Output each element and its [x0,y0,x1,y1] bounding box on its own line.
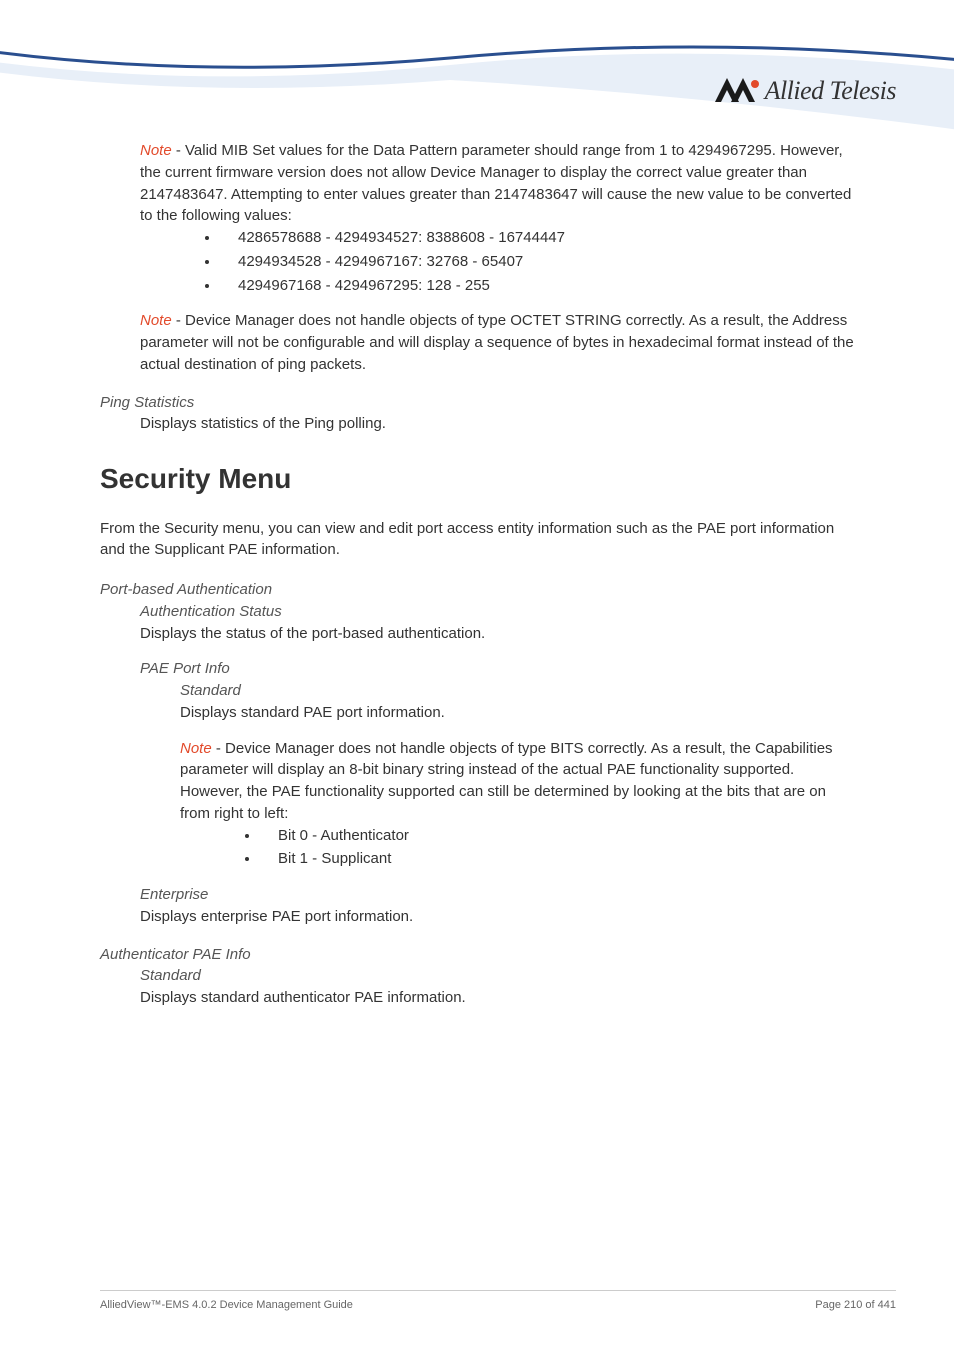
note-body: - Device Manager does not handle objects… [180,740,833,822]
auth-pae-title: Authenticator PAE Info [100,944,854,966]
header-swoosh [0,0,954,130]
bullet-item: Bit 0 - Authenticator [260,825,854,847]
auth-pae-standard-title: Standard [140,965,854,987]
ping-statistics-body: Displays statistics of the Ping polling. [140,413,854,435]
enterprise-title: Enterprise [140,884,854,906]
pae-standard-title: Standard [180,680,854,702]
note-label: Note [180,740,212,757]
security-intro: From the Security menu, you can view and… [100,518,854,562]
note-bullets: Bit 0 - Authenticator Bit 1 - Supplicant [260,825,854,871]
note-bits: Note - Device Manager does not handle ob… [180,738,854,871]
note-bullets: 4286578688 - 4294934527: 8388608 - 16744… [220,227,854,296]
note-body: - Valid MIB Set values for the Data Patt… [140,142,851,224]
auth-status-title: Authentication Status [140,601,854,623]
security-menu-heading: Security Menu [100,459,854,500]
note-body: - Device Manager does not handle objects… [140,312,854,373]
auth-status-body: Displays the status of the port-based au… [140,623,854,645]
page-footer: AlliedView™-EMS 4.0.2 Device Management … [100,1290,896,1311]
bullet-item: 4294967168 - 4294967295: 128 - 255 [220,275,854,297]
bullet-item: 4294934528 - 4294967167: 32768 - 65407 [220,251,854,273]
pae-port-info-title: PAE Port Info [140,658,854,680]
note-data-pattern: Note - Valid MIB Set values for the Data… [140,140,854,296]
pae-standard-body: Displays standard PAE port information. [180,702,854,724]
page-content: Note - Valid MIB Set values for the Data… [100,140,854,1009]
note-label: Note [140,312,172,329]
logo-text: Allied Telesis [765,76,896,106]
auth-pae-standard-body: Displays standard authenticator PAE info… [140,987,854,1009]
pba-title: Port-based Authentication [100,579,854,601]
ping-statistics-title: Ping Statistics [100,392,854,414]
footer-left: AlliedView™-EMS 4.0.2 Device Management … [100,1299,353,1311]
logo-mark-icon [715,78,759,104]
footer-right: Page 210 of 441 [815,1299,896,1311]
note-label: Note [140,142,172,159]
enterprise-body: Displays enterprise PAE port information… [140,906,854,928]
bullet-item: Bit 1 - Supplicant [260,848,854,870]
bullet-item: 4286578688 - 4294934527: 8388608 - 16744… [220,227,854,249]
note-octet-string: Note - Device Manager does not handle ob… [140,310,854,375]
brand-logo: Allied Telesis [715,76,896,106]
